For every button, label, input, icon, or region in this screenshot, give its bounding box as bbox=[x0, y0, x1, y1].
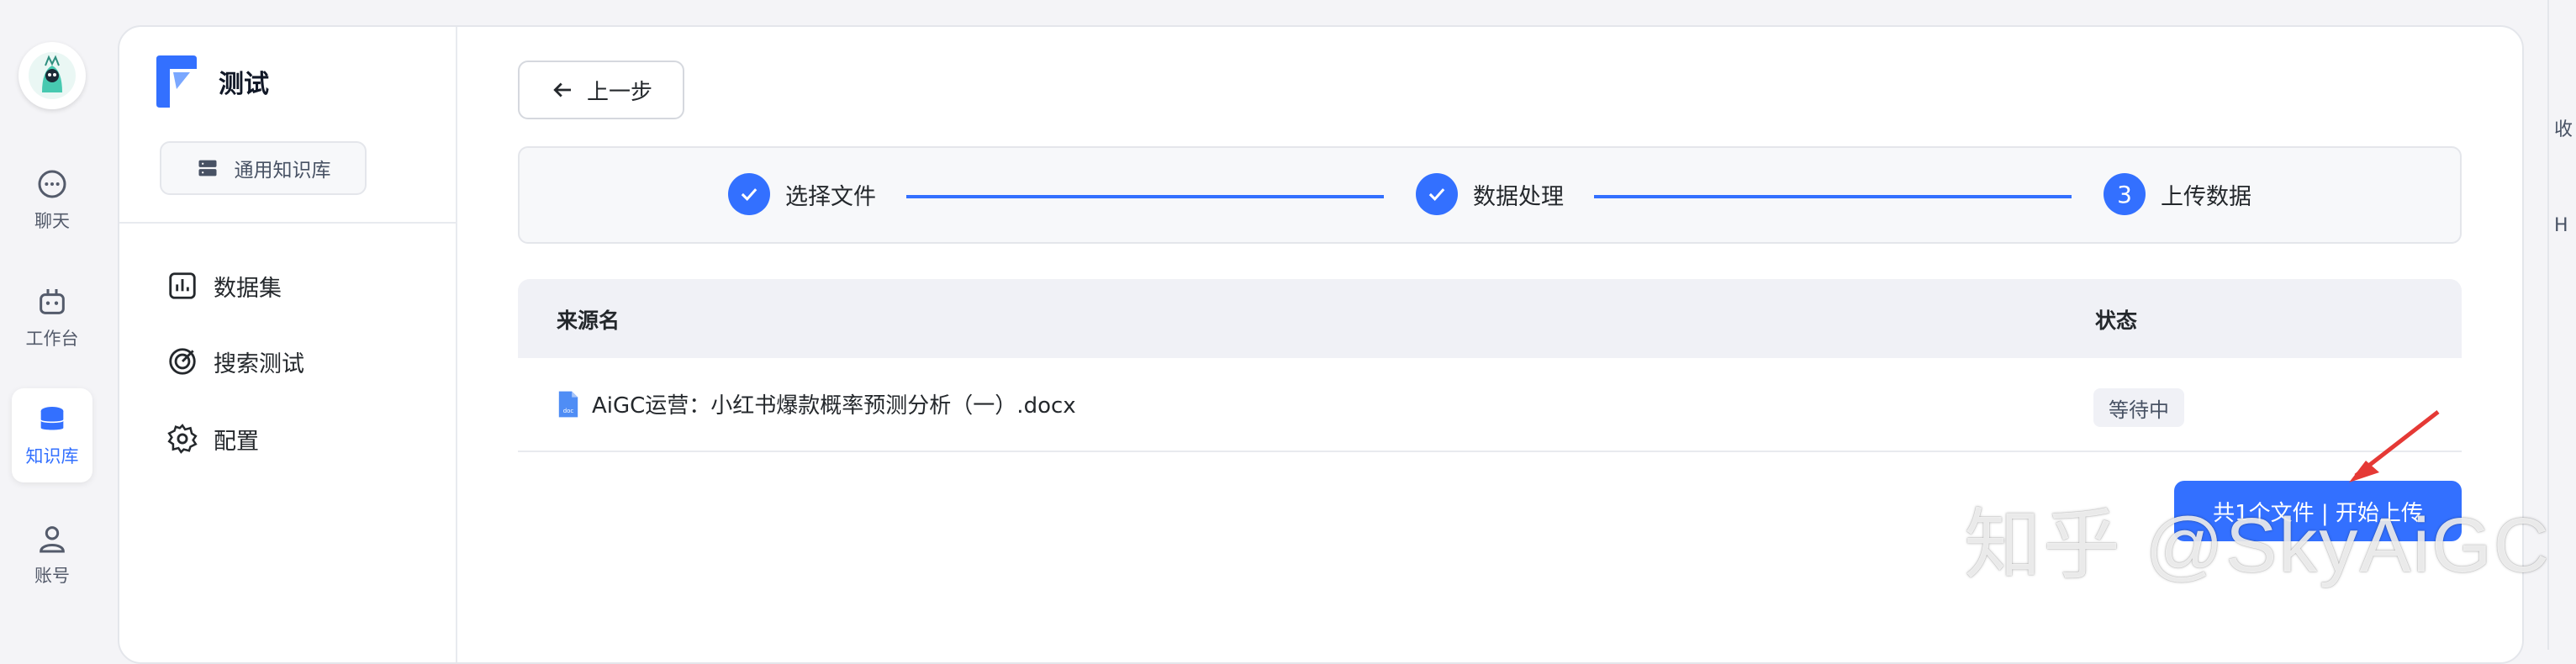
avatar[interactable] bbox=[18, 42, 86, 109]
step-label: 选择文件 bbox=[785, 183, 876, 210]
step-number: 3 bbox=[2104, 173, 2146, 215]
database-icon bbox=[40, 407, 64, 430]
edge-text: 收 bbox=[2554, 119, 2573, 140]
nav-item-label: 知识库 bbox=[25, 446, 79, 466]
sidebar-item-label: 配置 bbox=[214, 428, 259, 455]
status-badge: 等待中 bbox=[2093, 388, 2184, 427]
nav-item-account[interactable]: 账号 bbox=[12, 508, 92, 602]
sidebar-item-dataset[interactable]: 数据集 bbox=[166, 262, 282, 309]
gear-icon bbox=[167, 424, 198, 454]
docx-file-icon: doc bbox=[558, 391, 578, 417]
kb-type-label: 通用知识库 bbox=[234, 160, 331, 182]
step-label: 数据处理 bbox=[1473, 183, 1564, 210]
watermark: 知乎 @SkyAiGC bbox=[1964, 503, 2552, 588]
check-icon bbox=[1428, 188, 1445, 202]
upload-table: 来源名 状态 doc AiGC运营：小红书爆款概率预测分析（一）.docx 等待… bbox=[518, 279, 2462, 452]
user-icon bbox=[40, 526, 65, 553]
step-label: 上传数据 bbox=[2161, 183, 2251, 210]
step-connector bbox=[1594, 195, 2072, 198]
table-row: doc AiGC运营：小红书爆款概率预测分析（一）.docx 等待中 bbox=[518, 358, 2462, 452]
sidebar-item-label: 搜索测试 bbox=[214, 350, 304, 377]
column-header-status: 状态 bbox=[2095, 308, 2138, 333]
nav-item-knowledge-base[interactable]: 知识库 bbox=[12, 388, 92, 482]
step-done-indicator bbox=[1416, 173, 1458, 215]
nav-rail: 聊天 工作台 知识库 账号 bbox=[0, 0, 104, 650]
kb-name: 测试 bbox=[219, 70, 269, 99]
target-icon bbox=[169, 348, 196, 375]
nav-item-chat[interactable]: 聊天 bbox=[12, 153, 92, 247]
sidebar-divider bbox=[119, 222, 456, 224]
nav-item-workbench[interactable]: 工作台 bbox=[12, 271, 92, 365]
nav-item-label: 账号 bbox=[34, 566, 70, 586]
right-edge-panel: 收 H bbox=[2547, 0, 2576, 650]
table-header: 来源名 状态 bbox=[518, 279, 2462, 358]
sidebar-item-label: 数据集 bbox=[214, 275, 282, 302]
stepper: 选择文件 数据处理 3 上传数据 bbox=[518, 146, 2462, 244]
back-button[interactable]: 上一步 bbox=[518, 61, 684, 119]
step-data-processing: 数据处理 bbox=[1416, 173, 1564, 215]
file-name: AiGC运营：小红书爆款概率预测分析（一）.docx bbox=[592, 393, 1076, 419]
chat-icon bbox=[38, 170, 66, 198]
step-select-file: 选择文件 bbox=[728, 173, 876, 215]
avatar-icon bbox=[29, 52, 76, 99]
kb-type-badge: 通用知识库 bbox=[160, 141, 367, 195]
edge-text: H bbox=[2554, 215, 2568, 236]
kb-logo-icon bbox=[156, 55, 197, 108]
chart-icon bbox=[169, 272, 196, 299]
sidebar-item-config[interactable]: 配置 bbox=[166, 415, 259, 462]
step-connector bbox=[906, 195, 1384, 198]
arrow-left-icon bbox=[553, 82, 571, 97]
step-done-indicator bbox=[728, 173, 770, 215]
kb-sidebar: 测试 通用知识库 数据集 搜索测试 配置 bbox=[119, 27, 457, 662]
step-upload-data: 3 上传数据 bbox=[2104, 173, 2251, 215]
file-cell: doc AiGC运营：小红书爆款概率预测分析（一）.docx bbox=[557, 388, 1076, 419]
nav-item-label: 工作台 bbox=[25, 329, 79, 349]
sidebar-item-search-test[interactable]: 搜索测试 bbox=[166, 338, 304, 385]
robot-icon bbox=[40, 289, 65, 314]
kb-header: 测试 bbox=[153, 52, 269, 111]
svg-text:doc: doc bbox=[563, 407, 574, 414]
server-icon bbox=[198, 160, 216, 177]
back-button-label: 上一步 bbox=[586, 79, 652, 105]
column-header-source: 来源名 bbox=[557, 308, 620, 333]
check-icon bbox=[741, 188, 757, 202]
nav-item-label: 聊天 bbox=[34, 211, 70, 231]
